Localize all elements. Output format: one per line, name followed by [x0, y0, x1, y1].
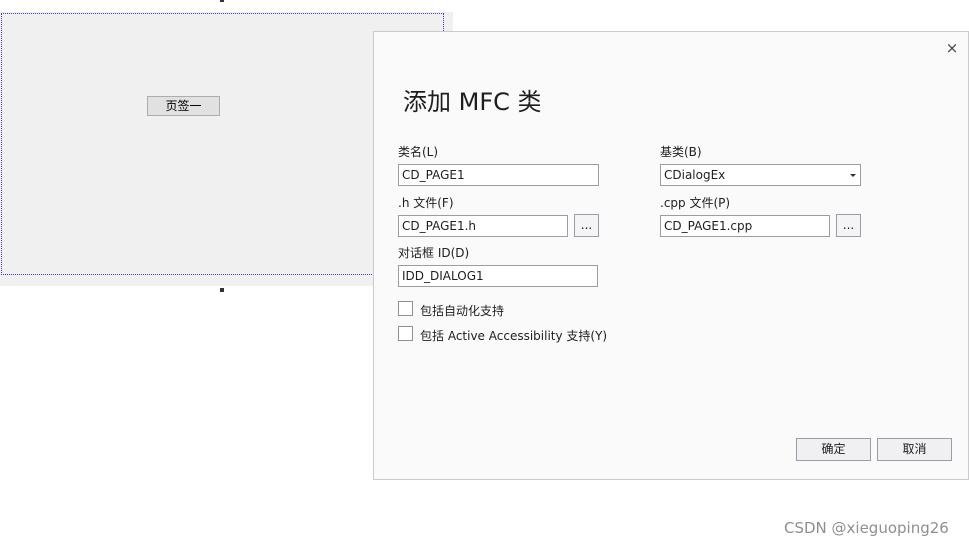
dialog-id-input[interactable]: IDD_DIALOG1 — [398, 265, 598, 287]
accessibility-support-checkbox[interactable] — [398, 326, 413, 341]
h-file-input[interactable]: CD_PAGE1.h — [398, 215, 568, 237]
chevron-down-icon — [850, 174, 856, 177]
class-name-label: 类名(L) — [398, 145, 439, 159]
cpp-file-input[interactable]: CD_PAGE1.cpp — [660, 215, 830, 237]
base-class-select[interactable]: CDialogEx — [660, 164, 861, 186]
base-class-value: CDialogEx — [664, 168, 726, 182]
accessibility-support-label: 包括 Active Accessibility 支持(Y) — [420, 329, 608, 343]
dialog-id-label: 对话框 ID(D) — [398, 246, 470, 260]
automation-support-label: 包括自动化支持 — [420, 304, 505, 318]
dialog-title: 添加 MFC 类 — [403, 88, 542, 116]
resize-handle-top[interactable] — [220, 0, 224, 2]
resize-handle-bottom[interactable] — [220, 288, 224, 292]
base-class-label: 基类(B) — [660, 145, 702, 159]
ok-button[interactable]: 确定 — [796, 438, 871, 461]
close-icon[interactable]: × — [944, 40, 960, 56]
h-file-browse-button[interactable]: ... — [574, 214, 599, 237]
cpp-file-browse-button[interactable]: ... — [836, 214, 861, 237]
add-mfc-class-dialog: × 添加 MFC 类 类名(L) CD_PAGE1 基类(B) CDialogE… — [373, 31, 969, 480]
automation-support-checkbox[interactable] — [398, 301, 413, 316]
watermark: CSDN @xieguoping26 — [784, 519, 949, 537]
class-name-input[interactable]: CD_PAGE1 — [398, 164, 599, 186]
page-tab-button[interactable]: 页签一 — [147, 96, 220, 116]
h-file-label: .h 文件(F) — [398, 196, 454, 210]
cancel-button[interactable]: 取消 — [877, 438, 952, 461]
cpp-file-label: .cpp 文件(P) — [660, 196, 731, 210]
